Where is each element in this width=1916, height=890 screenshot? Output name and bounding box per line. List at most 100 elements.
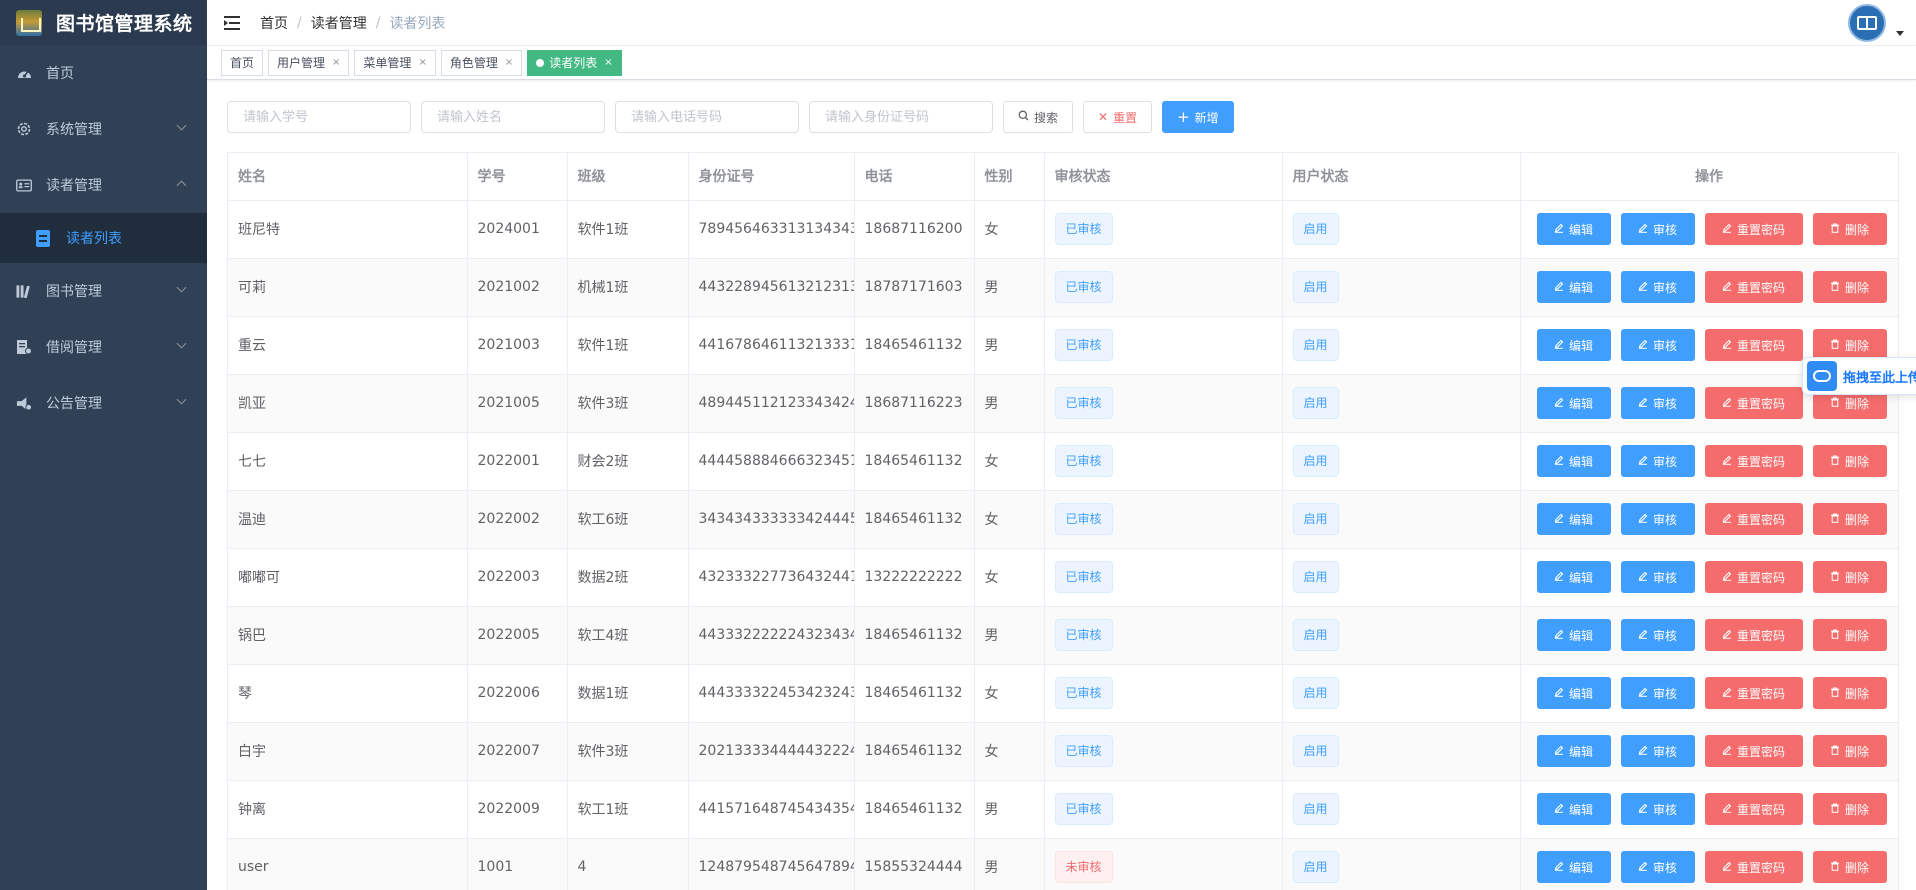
sidebar-item-label: 系统管理 xyxy=(46,122,102,138)
cell-id-card: 441678646113213331 xyxy=(688,316,855,375)
audit-button[interactable]: 审核 xyxy=(1620,677,1695,709)
edit-button[interactable]: 编辑 xyxy=(1536,677,1611,709)
reset-password-button[interactable]: 重置密码 xyxy=(1704,735,1803,767)
reset-password-button[interactable]: 重置密码 xyxy=(1704,329,1803,361)
breadcrumb-home[interactable]: 首页 xyxy=(260,13,288,33)
edit-button[interactable]: 编辑 xyxy=(1536,561,1611,593)
reset-password-button[interactable]: 重置密码 xyxy=(1704,271,1803,303)
add-button[interactable]: + 新增 xyxy=(1162,101,1234,133)
edit-button[interactable]: 编辑 xyxy=(1536,735,1611,767)
reset-password-button[interactable]: 重置密码 xyxy=(1704,619,1803,651)
delete-button-label: 删除 xyxy=(1844,512,1869,527)
tag-reader-list[interactable]: 读者列表 × xyxy=(527,49,622,76)
sidebar-item-borrow[interactable]: 借阅管理 xyxy=(0,319,207,375)
cell-name: 温迪 xyxy=(228,490,468,549)
audit-button[interactable]: 审核 xyxy=(1620,387,1695,419)
delete-button[interactable]: 删除 xyxy=(1812,445,1887,477)
edit-button[interactable]: 编辑 xyxy=(1536,851,1611,883)
cell-audit-status: 已审核 xyxy=(1044,780,1283,839)
student-no-input[interactable] xyxy=(227,101,411,133)
reset-password-button[interactable]: 重置密码 xyxy=(1704,677,1803,709)
reset-password-button[interactable]: 重置密码 xyxy=(1704,387,1803,419)
edit-button[interactable]: 编辑 xyxy=(1536,793,1611,825)
float-upload-widget[interactable]: 拖拽至此上传 xyxy=(1802,357,1916,395)
delete-button[interactable]: 删除 xyxy=(1812,851,1887,883)
reset-password-button[interactable]: 重置密码 xyxy=(1704,503,1803,535)
cell-id-card: 444458884666323451 xyxy=(688,432,855,491)
delete-button[interactable]: 删除 xyxy=(1812,561,1887,593)
tag-user-management[interactable]: 用户管理 × xyxy=(268,49,350,76)
reset-password-button[interactable]: 重置密码 xyxy=(1704,561,1803,593)
edit-icon xyxy=(1722,570,1732,584)
edit-icon xyxy=(1554,222,1564,236)
edit-button[interactable]: 编辑 xyxy=(1536,503,1611,535)
audit-button[interactable]: 审核 xyxy=(1620,271,1695,303)
audit-button[interactable]: 审核 xyxy=(1620,561,1695,593)
id-card-input[interactable] xyxy=(809,101,993,133)
audit-button[interactable]: 审核 xyxy=(1620,445,1695,477)
delete-button[interactable]: 删除 xyxy=(1812,619,1887,651)
edit-button[interactable]: 编辑 xyxy=(1536,271,1611,303)
cell-audit-status: 已审核 xyxy=(1044,374,1283,433)
audit-button[interactable]: 审核 xyxy=(1620,735,1695,767)
trash-icon xyxy=(1830,860,1840,874)
name-input[interactable] xyxy=(421,101,605,133)
cell-id-card: 789456463313134343 xyxy=(688,200,855,259)
sidebar-subitem-reader-list[interactable]: 读者列表 xyxy=(0,213,207,263)
audit-button[interactable]: 审核 xyxy=(1620,851,1695,883)
reset-password-button[interactable]: 重置密码 xyxy=(1704,851,1803,883)
edit-button-label: 编辑 xyxy=(1568,338,1593,353)
app-title: 图书馆管理系统 xyxy=(56,13,193,35)
audit-button[interactable]: 审核 xyxy=(1620,619,1695,651)
edit-button[interactable]: 编辑 xyxy=(1536,445,1611,477)
row-actions: 编辑 审核 重置密码 删除 xyxy=(1531,213,1898,245)
edit-icon xyxy=(1722,338,1732,352)
cell-id-card: 343434333333424445 xyxy=(688,490,855,549)
column-header: 电话 xyxy=(854,153,975,201)
tag-menu-management[interactable]: 菜单管理 × xyxy=(354,49,436,76)
edit-button-label: 编辑 xyxy=(1568,570,1593,585)
search-button[interactable]: 搜索 xyxy=(1003,101,1074,133)
reset-password-button[interactable]: 重置密码 xyxy=(1704,445,1803,477)
delete-button[interactable]: 删除 xyxy=(1812,735,1887,767)
sidebar-item-system[interactable]: 系统管理 xyxy=(0,101,207,157)
delete-button[interactable]: 删除 xyxy=(1812,793,1887,825)
close-icon[interactable]: × xyxy=(505,57,513,68)
delete-button[interactable]: 删除 xyxy=(1812,503,1887,535)
reset-password-button[interactable]: 重置密码 xyxy=(1704,793,1803,825)
hamburger-icon[interactable] xyxy=(224,15,240,30)
audit-button[interactable]: 审核 xyxy=(1620,329,1695,361)
edit-button[interactable]: 编辑 xyxy=(1536,329,1611,361)
edit-icon xyxy=(1722,686,1732,700)
column-header: 班级 xyxy=(567,153,689,201)
delete-button-label: 删除 xyxy=(1844,222,1869,237)
edit-button[interactable]: 编辑 xyxy=(1536,619,1611,651)
table-row: 七七 2022001 财会2班 444458884666323451 184654611… xyxy=(228,432,1899,491)
audit-button[interactable]: 审核 xyxy=(1620,793,1695,825)
reset-password-button[interactable]: 重置密码 xyxy=(1704,213,1803,245)
close-icon[interactable]: × xyxy=(332,57,340,68)
close-icon[interactable]: × xyxy=(418,57,426,68)
sidebar-item-announcement[interactable]: 公告管理 xyxy=(0,375,207,431)
audit-button[interactable]: 审核 xyxy=(1620,213,1695,245)
close-icon[interactable]: × xyxy=(604,57,612,68)
tag-home[interactable]: 首页 xyxy=(221,49,264,76)
breadcrumb-readers[interactable]: 读者管理 xyxy=(311,13,367,33)
audit-button-label: 审核 xyxy=(1652,280,1677,295)
tag-role-management[interactable]: 角色管理 × xyxy=(440,49,523,76)
avatar[interactable] xyxy=(1848,4,1886,42)
sidebar-item-home[interactable]: 首页 xyxy=(0,45,207,101)
edit-button[interactable]: 编辑 xyxy=(1536,387,1611,419)
cell-id-card: 124879548745647894 xyxy=(688,838,855,890)
sidebar-item-books[interactable]: 图书管理 xyxy=(0,263,207,319)
phone-input[interactable] xyxy=(615,101,799,133)
delete-button[interactable]: 删除 xyxy=(1812,677,1887,709)
delete-button[interactable]: 删除 xyxy=(1812,213,1887,245)
edit-button[interactable]: 编辑 xyxy=(1536,213,1611,245)
cell-audit-status: 已审核 xyxy=(1044,258,1283,317)
reset-button[interactable]: ✕ 重置 xyxy=(1083,101,1153,133)
delete-button[interactable]: 删除 xyxy=(1812,271,1887,303)
sidebar-item-readers[interactable]: 读者管理 xyxy=(0,157,207,213)
audit-button[interactable]: 审核 xyxy=(1620,503,1695,535)
caret-down-icon[interactable] xyxy=(1896,31,1904,36)
